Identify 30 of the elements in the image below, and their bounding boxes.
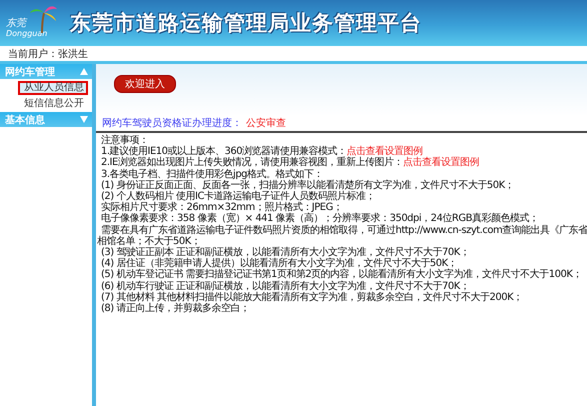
logo-subtext: Dongguan — [6, 29, 48, 39]
notice-text: (2) 个人数码相片 使用IC卡道路运输电子证件人员数码照片标准； — [100, 191, 376, 202]
sidebar-section-header[interactable]: 网约车管理 — [0, 64, 92, 80]
notice-text: 2.IE浏览器如出现图片上传失败情况，请使用兼容视图，重新上传图片： — [101, 157, 403, 168]
notice-text: (4) 居住证（非莞籍申请人提供）以能看清所有大小文字为准，文件尺寸不大于50K； — [100, 258, 458, 270]
caret-down-icon[interactable] — [80, 116, 88, 123]
notice-text: 3.各类电子档、扫描件使用彩色jpg格式。格式如下： — [100, 168, 324, 180]
notice-text: 相馆名单；不大于50K； — [96, 236, 200, 247]
progress-label: 网约车驾驶员资格证办理进度： — [102, 118, 242, 129]
page-title: 东莞市道路运输管理局业务管理平台 — [70, 10, 422, 37]
notice-text: (6) 机动车行驶证 正证和副证横放，以能看清所有大小文字为准，文件尺寸不大于70K； — [100, 280, 470, 292]
notice-text: (3) 驾驶证正副本 正证和副证横放，以能看清所有大小文字为准，文件尺寸不大于70K； — [100, 247, 470, 258]
welcome-badge: 欢迎进入 — [114, 75, 176, 93]
logo-text: 东莞 — [6, 19, 28, 29]
sidebar-item[interactable]: 短信信息公开 — [18, 97, 88, 111]
notice-heading: 注意事项： — [100, 135, 150, 146]
notice-text: (7) 其他材料 其他材料扫描件以能放大能看清所有文字为准，剪裁多余空白，文件尺寸不大于200K； — [100, 292, 524, 303]
progress-status: 公安审查 — [246, 118, 286, 129]
settings-example-link[interactable]: 点击查看设置图例 — [402, 157, 479, 168]
sidebar-item[interactable]: 从业人员信息 — [18, 81, 88, 95]
current-user-label: 当前用户：张洪生 — [8, 48, 88, 60]
caret-up-icon[interactable] — [80, 68, 88, 75]
notice-text: 实际相片尺寸要求：26mm×32mm；照片格式：JPEG； — [100, 202, 342, 214]
sidebar-section-header[interactable]: 基本信息 — [0, 112, 92, 128]
settings-example-link[interactable]: 点击查看设置图例 — [346, 146, 423, 158]
notice-text: (1) 身份证正反面正面、反面各一张，扫描分辨率以能看清楚所有文字为准，文件尺寸不大于50K； — [100, 180, 516, 191]
notice-text: 电子像像素要求：358 像素（宽）× 441 像素（高）；分辨率要求：350dpi，24位RGB真彩颜色模式； — [100, 213, 540, 224]
notice-text: 1.建议使用IE10或以上版本、360浏览器请使用兼容模式： — [101, 146, 347, 158]
notice-text: (5) 机动车登记证书 需要扫描登记证书第1页和第2页的内容，以能看清所有大小文字为准，文件尺寸不大于100K； — [100, 269, 583, 280]
notice-text: (8) 请正向上传，并剪裁多余空白； — [100, 303, 250, 314]
